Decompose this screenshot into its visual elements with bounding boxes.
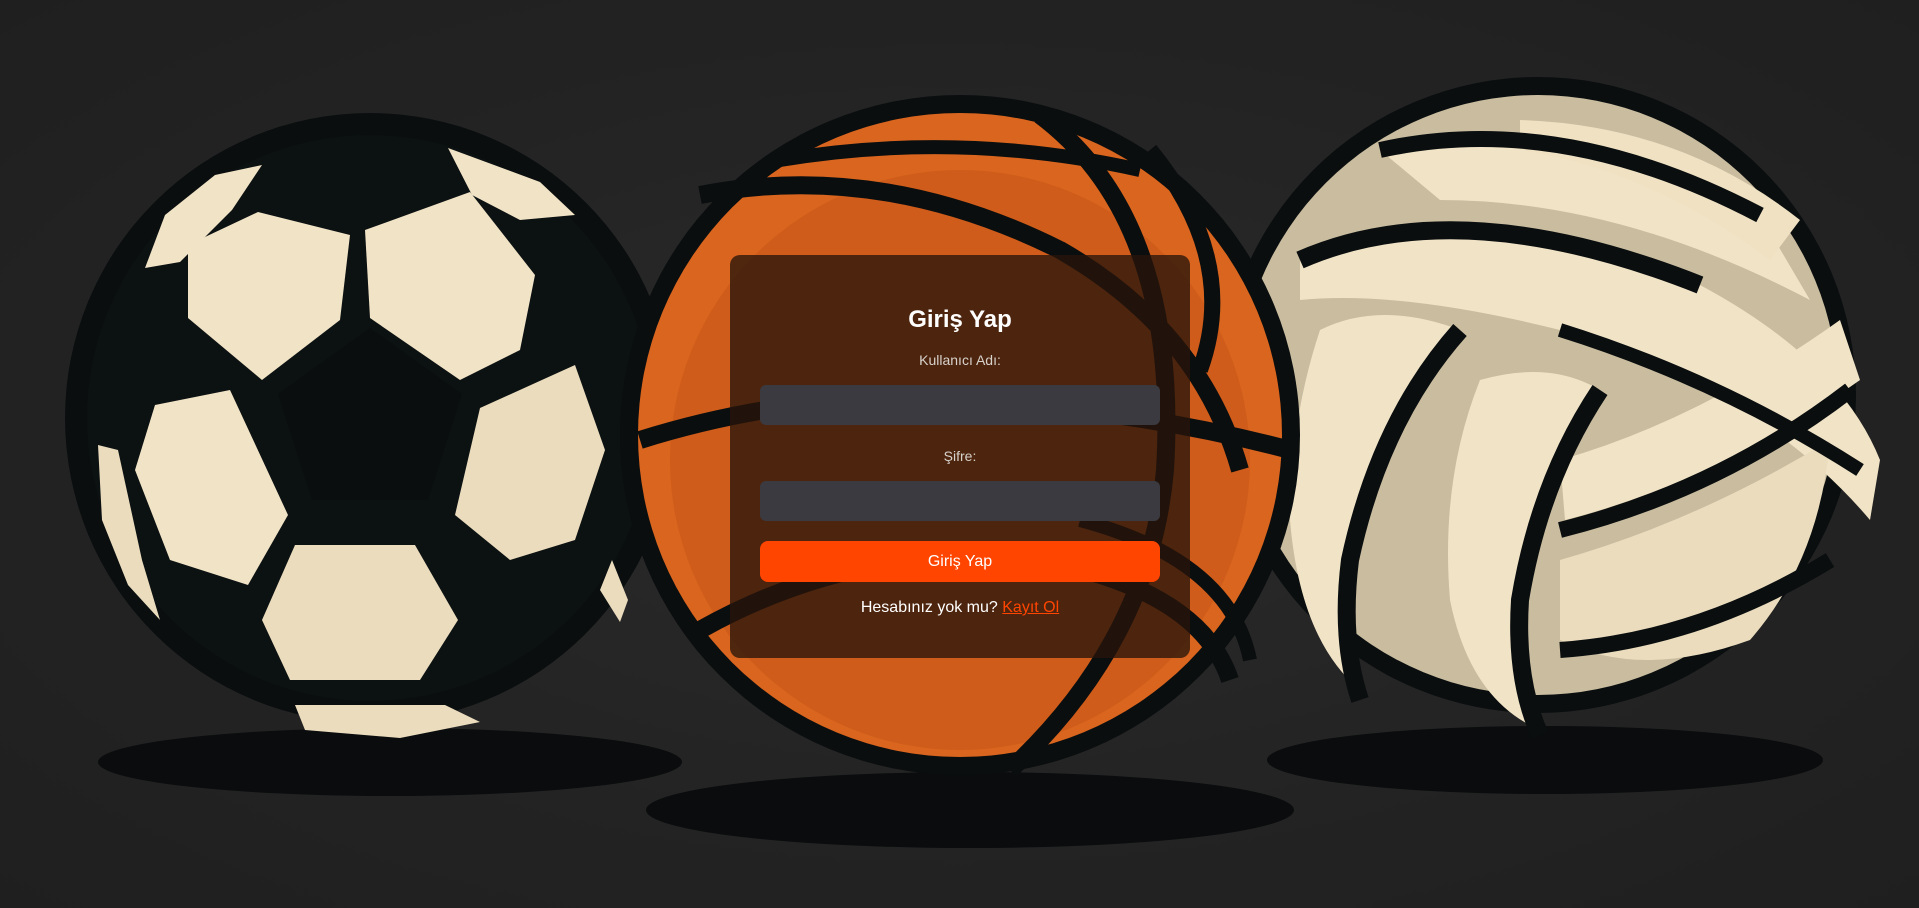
soccer-ball-icon (65, 113, 675, 738)
register-prompt-line: Hesabınız yok mu? Kayıt Ol (760, 598, 1160, 618)
soccer-ball-shadow (98, 728, 682, 796)
basketball-shadow (646, 772, 1294, 848)
username-input[interactable] (760, 385, 1160, 425)
register-prompt-text: Hesabınız yok mu? (860, 599, 998, 616)
login-card: Giriş Yap Kullanıcı Adı: Şifre: Giriş Ya… (730, 255, 1190, 658)
volleyball-icon (1220, 77, 1880, 739)
login-title: Giriş Yap (908, 306, 1012, 333)
login-button[interactable]: Giriş Yap (760, 541, 1160, 582)
register-link[interactable]: Kayıt Ol (1002, 599, 1059, 616)
username-label: Kullanıcı Adı: (919, 352, 1001, 368)
login-page: Giriş Yap Kullanıcı Adı: Şifre: Giriş Ya… (0, 0, 1919, 908)
password-input[interactable] (760, 481, 1160, 521)
password-label: Şifre: (943, 448, 977, 464)
volleyball-shadow (1267, 726, 1823, 794)
